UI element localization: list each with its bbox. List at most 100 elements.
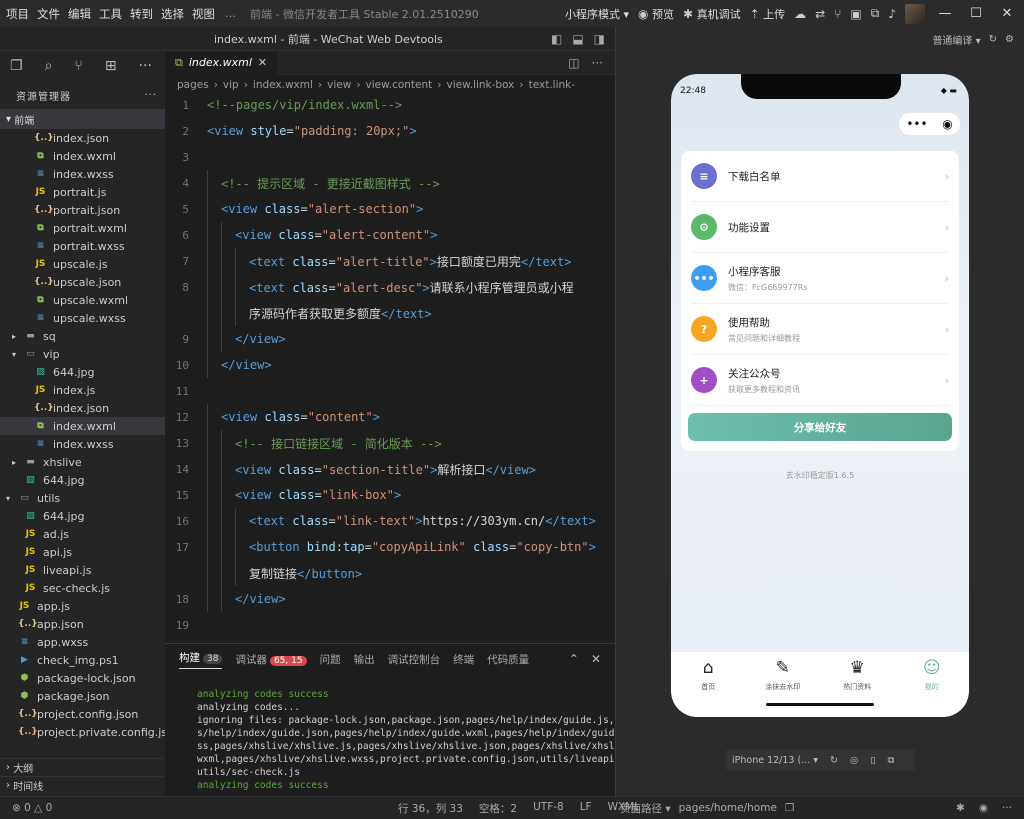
menu-item-row[interactable]: ••• 小程序客服 微信：FcG669977Rs › <box>691 253 949 304</box>
file-tree-item[interactable]: JS liveapi.js <box>0 561 165 579</box>
code-line[interactable]: 2 <view style="padding: 20px;"> <box>165 121 615 141</box>
menu-item[interactable]: 工具 <box>99 6 122 22</box>
source-control-icon[interactable]: ⑂ <box>74 58 82 74</box>
device-select[interactable]: iPhone 12/13 (... ▾ <box>732 755 818 766</box>
close-icon[interactable]: ✕ <box>996 6 1018 21</box>
file-tree-item[interactable]: ≡ upscale.wxss <box>0 309 165 327</box>
panel-tab[interactable]: 输出 <box>354 652 375 667</box>
miniprogram-capsule[interactable]: ••• ◉ <box>898 112 961 136</box>
chevron-up-icon[interactable]: ⌃ <box>569 652 579 666</box>
code-line[interactable]: 7 <text class="alert-title">接口额度已用完</text… <box>165 248 615 274</box>
code-line[interactable]: 13 <!-- 接口链接区域 - 简化版本 --> <box>165 430 615 456</box>
tabbar-item[interactable]: ♛ 热门资料 <box>820 652 895 717</box>
outline-section[interactable]: › 大纲 <box>0 758 165 776</box>
file-tree-item[interactable]: ▶ check_img.ps1 <box>0 651 165 669</box>
editor-more-icon[interactable]: ··· <box>592 56 603 70</box>
preview-button[interactable]: ◉ 预览 <box>638 6 674 22</box>
copy-icon[interactable]: ❐ <box>785 802 794 814</box>
file-tree-item[interactable]: JS ad.js <box>0 525 165 543</box>
maximize-icon[interactable]: ☐ <box>965 6 987 21</box>
menu-more[interactable]: … <box>225 7 236 20</box>
file-tree-item[interactable]: {..} project.config.json <box>0 705 165 723</box>
file-tree-item[interactable]: ▸ ▬ sq <box>0 327 165 345</box>
more-status-icon[interactable]: ··· <box>1002 802 1012 814</box>
panel-tab[interactable]: 终端 <box>453 652 474 667</box>
code-line[interactable]: 8 <text class="alert-desc">请联系小程序管理员或小程 <box>165 274 615 300</box>
menu-item[interactable]: 编辑 <box>68 6 91 22</box>
breadcrumb-item[interactable]: text.link- <box>529 79 575 91</box>
file-tree-item[interactable]: ⬢ package.json <box>0 687 165 705</box>
file-tree-item[interactable]: ▸ ▬ xhslive <box>0 453 165 471</box>
menu-item-row[interactable]: ≡ 下载白名单 › <box>691 151 949 202</box>
close-tab-icon[interactable]: ✕ <box>258 56 267 69</box>
capsule-close-icon[interactable]: ◉ <box>942 117 952 131</box>
line-ending[interactable]: LF <box>580 801 592 816</box>
code-line[interactable]: 11 <box>165 381 615 401</box>
file-tree-item[interactable]: ⧉ index.wxml <box>0 417 165 435</box>
menu-item[interactable]: 转到 <box>130 6 153 22</box>
code-line[interactable]: 17 <button bind:tap="copyApiLink" class="… <box>165 534 615 560</box>
search-icon[interactable]: ⌕ <box>45 58 53 74</box>
panel-tab[interactable]: 构建 38 <box>179 650 223 669</box>
file-tree-item[interactable]: ▨ 644.jpg <box>0 471 165 489</box>
code-line[interactable]: 复制链接</button> <box>165 560 615 586</box>
menu-item[interactable]: 选择 <box>161 6 184 22</box>
settings-icon[interactable]: ⚙ <box>1005 34 1014 45</box>
phone-icon[interactable]: ▯ <box>870 755 875 766</box>
file-tree-item[interactable]: ≡ index.wxss <box>0 165 165 183</box>
file-tree-item[interactable]: JS api.js <box>0 543 165 561</box>
file-tree-item[interactable]: ⧉ portrait.wxml <box>0 219 165 237</box>
file-tree-item[interactable]: {..} index.json <box>0 129 165 147</box>
menu-item[interactable]: 视图 <box>192 6 215 22</box>
chevron-right-icon[interactable]: ▸ <box>12 458 22 467</box>
code-line[interactable]: 3 <box>165 147 615 167</box>
panel-tab[interactable]: 调试器 65, 15 <box>235 652 307 667</box>
file-tree-item[interactable]: {..} project.private.config.js... <box>0 723 165 741</box>
menu-item-row[interactable]: + 关注公众号 获取更多教程和资讯 › <box>691 355 949 406</box>
menu-item-row[interactable]: ? 使用帮助 常见问题和详细教程 › <box>691 304 949 355</box>
code-line[interactable]: 19 <box>165 615 615 635</box>
file-tree-item[interactable]: JS upscale.js <box>0 255 165 273</box>
file-tree-item[interactable]: ▾ ▭ vip <box>0 345 165 363</box>
code-line[interactable]: 14 <view class="section-title">解析接口</view… <box>165 456 615 482</box>
menu-item-row[interactable]: ⚙ 功能设置 › <box>691 202 949 253</box>
capsule-more-icon[interactable]: ••• <box>906 117 927 131</box>
code-line[interactable]: 4 <!-- 提示区域 - 更接近截图样式 --> <box>165 170 615 196</box>
breadcrumb-item[interactable]: view.link-box <box>446 79 514 91</box>
chevron-down-icon[interactable]: ▾ <box>6 494 16 503</box>
window-icon[interactable]: ⧉ <box>888 755 895 766</box>
eye-status-icon[interactable]: ◉ <box>979 802 988 814</box>
file-tree-item[interactable]: ▨ 644.jpg <box>0 363 165 381</box>
breadcrumb-item[interactable]: view <box>327 79 351 91</box>
tab-index-wxml[interactable]: ⧉ index.wxml ✕ <box>165 51 278 75</box>
extensions-icon[interactable]: ⊞ <box>105 58 117 74</box>
chevron-down-icon[interactable]: ▾ <box>12 350 22 359</box>
file-tree-item[interactable]: {..} index.json <box>0 399 165 417</box>
refresh-icon[interactable]: ↻ <box>989 34 997 45</box>
more-icon[interactable]: ··· <box>139 58 152 74</box>
file-tree-item[interactable]: ≡ index.wxss <box>0 435 165 453</box>
tabbar-item[interactable]: ⌂ 首页 <box>671 652 746 717</box>
code-line[interactable]: 序源码作者获取更多额度</text> <box>165 300 615 326</box>
layout-icon[interactable]: ▣ <box>850 7 861 21</box>
file-tree-item[interactable]: ⬢ package-lock.json <box>0 669 165 687</box>
file-tree-item[interactable]: ⧉ index.wxml <box>0 147 165 165</box>
panel-left-icon[interactable]: ◧ <box>551 32 562 46</box>
code-line[interactable]: 6 <view class="alert-content"> <box>165 222 615 248</box>
mode-select[interactable]: 小程序模式 ▾ <box>565 6 629 22</box>
file-tree-item[interactable]: {..} app.json <box>0 615 165 633</box>
file-tree-item[interactable]: ≡ app.wxss <box>0 633 165 651</box>
code-line[interactable]: 9 </view> <box>165 326 615 352</box>
split-editor-icon[interactable]: ◫ <box>568 56 579 70</box>
page-path-label[interactable]: 页面路径 ▾ <box>620 801 671 816</box>
breadcrumb-item[interactable]: vip <box>223 79 239 91</box>
share-button[interactable]: 分享给好友 <box>688 413 952 441</box>
menu-item[interactable]: 文件 <box>37 6 60 22</box>
file-tree-item[interactable]: JS app.js <box>0 597 165 615</box>
panel-bottom-icon[interactable]: ⬓ <box>572 32 583 46</box>
cloud-icon[interactable]: ☁ <box>794 7 806 21</box>
remote-debug-button[interactable]: ✱ 真机调试 <box>683 6 741 22</box>
code-line[interactable]: 12 <view class="content"> <box>165 404 615 430</box>
file-tree-item[interactable]: ≡ portrait.wxss <box>0 237 165 255</box>
file-tree-item[interactable]: ▾ ▭ utils <box>0 489 165 507</box>
